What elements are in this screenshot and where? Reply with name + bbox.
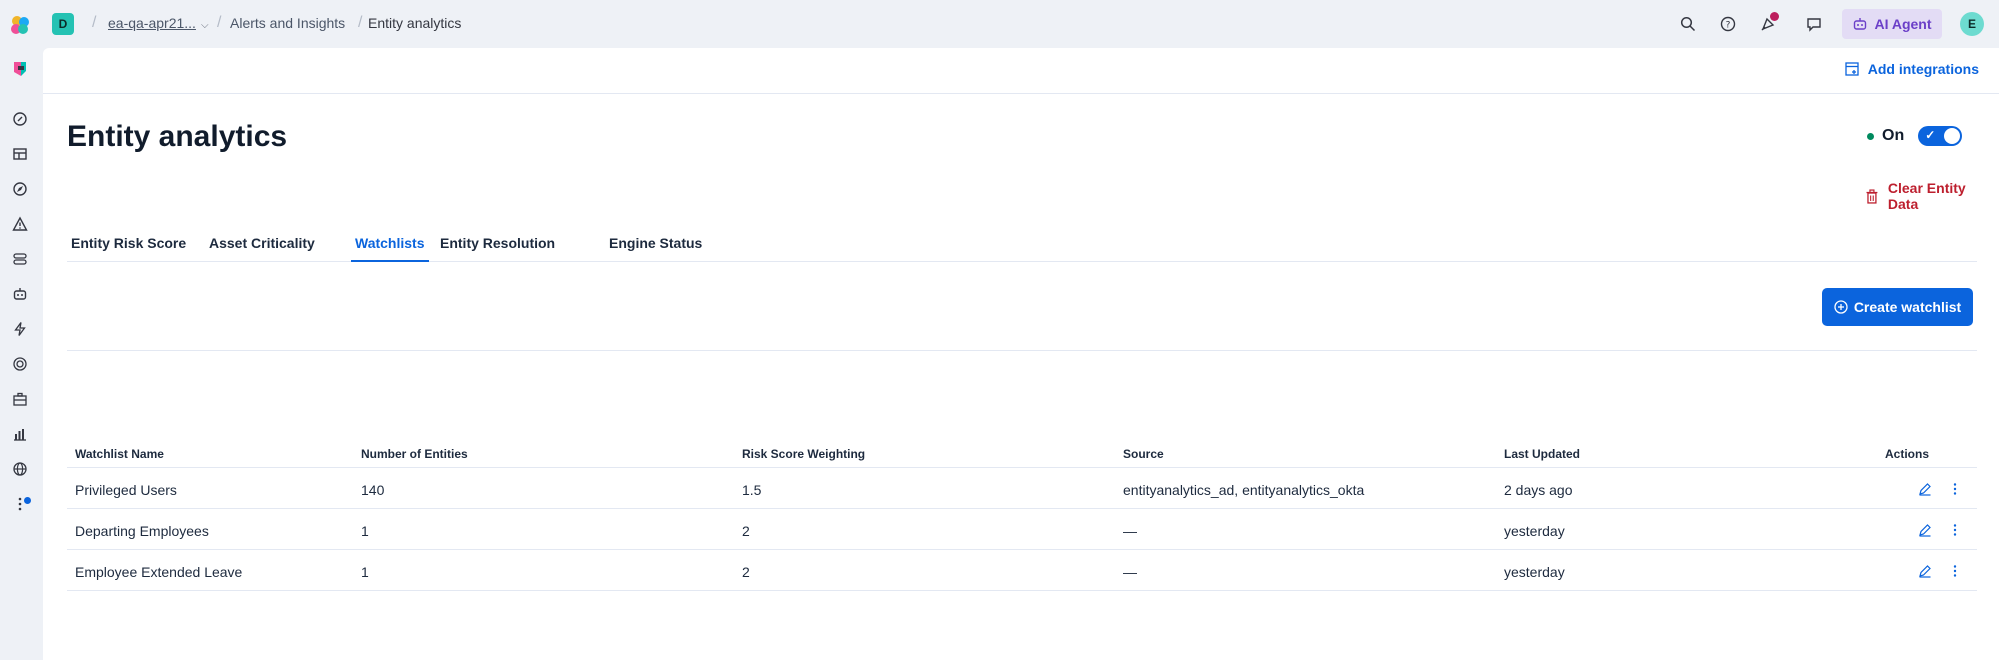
- cell-watchlist-name: Departing Employees: [75, 523, 209, 539]
- breadcrumb-deployment-label: ea-qa-apr21...: [108, 15, 196, 31]
- svg-text:?: ?: [1726, 21, 1731, 31]
- cell-watchlist-name: Employee Extended Leave: [75, 564, 243, 580]
- breadcrumb-separator: /: [358, 14, 363, 31]
- watchlists-table: Watchlist Name Number of Entities Risk S…: [67, 432, 1977, 591]
- briefcase-icon[interactable]: [11, 390, 29, 408]
- chat-icon[interactable]: [1804, 14, 1824, 34]
- security-logo-icon[interactable]: [11, 60, 29, 78]
- cell-last-updated: 2 days ago: [1504, 482, 1573, 498]
- alert-icon[interactable]: [11, 215, 29, 233]
- robot-icon: [1854, 18, 1867, 30]
- edit-icon[interactable]: [1917, 522, 1933, 538]
- tab-watchlists[interactable]: Watchlists: [351, 235, 429, 262]
- add-integrations-button[interactable]: Add integrations: [1844, 61, 1979, 77]
- rocket-icon[interactable]: [11, 110, 29, 128]
- notification-badge: [1770, 12, 1779, 21]
- search-icon[interactable]: [1678, 14, 1698, 34]
- elastic-logo-icon[interactable]: [9, 14, 31, 36]
- clear-entity-data-label: Clear Entity Data: [1887, 180, 1966, 212]
- ai-agent-label: AI Agent: [1874, 16, 1932, 32]
- cell-risk-score-weighting: 2: [742, 523, 750, 539]
- breadcrumb-entity-analytics: Entity analytics: [368, 15, 462, 31]
- more-actions-icon[interactable]: [1947, 522, 1963, 538]
- cell-source: —: [1123, 564, 1137, 580]
- cell-number-of-entities: 140: [361, 482, 385, 498]
- cell-risk-score-weighting: 2: [742, 564, 750, 580]
- plus-circle-icon: [1834, 300, 1848, 314]
- column-header-watchlist-name[interactable]: Watchlist Name: [75, 447, 164, 461]
- section-divider: [67, 350, 1977, 351]
- globe-icon[interactable]: [11, 460, 29, 478]
- target-icon[interactable]: [11, 355, 29, 373]
- page-title: Entity analytics: [67, 120, 288, 153]
- dashboard-icon[interactable]: [11, 145, 29, 163]
- status-dot: [1867, 132, 1874, 140]
- create-watchlist-button[interactable]: Create watchlist: [1822, 288, 1973, 326]
- edit-icon[interactable]: [1917, 563, 1933, 579]
- ai-agent-button[interactable]: AI Agent: [1842, 9, 1942, 39]
- tab-entity-resolution[interactable]: Entity Resolution: [436, 235, 559, 262]
- add-integrations-label: Add integrations: [1867, 61, 1979, 77]
- table-header-row: Watchlist Name Number of Entities Risk S…: [67, 432, 1977, 468]
- clear-entity-data-button[interactable]: Clear Entity Data: [1865, 180, 1999, 212]
- tab-asset-criticality[interactable]: Asset Criticality: [205, 235, 319, 262]
- compass-icon[interactable]: [11, 180, 29, 198]
- status-label: On: [1882, 127, 1905, 144]
- top-bar: D / ea-qa-apr21... ⌵ / Alerts and Insight…: [0, 0, 1999, 48]
- main-panel: Add integrations Entity analytics On ✓ C…: [43, 48, 1999, 660]
- table-row: Privileged Users 140 1.5 entityanalytics…: [67, 468, 1977, 509]
- table-row: Employee Extended Leave 1 2 — yesterday: [67, 550, 1977, 591]
- cell-risk-score-weighting: 1.5: [742, 482, 762, 498]
- nav-notification-dot: [24, 497, 31, 504]
- column-header-last-updated[interactable]: Last Updated: [1504, 447, 1580, 461]
- create-watchlist-label: Create watchlist: [1853, 299, 1962, 315]
- cell-last-updated: yesterday: [1504, 564, 1565, 580]
- breadcrumb-deployment[interactable]: ea-qa-apr21... ⌵: [108, 15, 209, 31]
- more-actions-icon[interactable]: [1947, 563, 1963, 579]
- tabs: Entity Risk Score Asset Criticality Watc…: [67, 222, 1977, 262]
- entity-store-status: On ✓: [1867, 126, 1963, 146]
- side-nav: [0, 48, 42, 660]
- entity-store-toggle[interactable]: ✓: [1918, 126, 1963, 146]
- cell-source: entityanalytics_ad, entityanalytics_okta: [1123, 482, 1365, 498]
- tab-engine-status[interactable]: Engine Status: [605, 235, 706, 262]
- help-icon[interactable]: ?: [1718, 14, 1738, 34]
- cell-last-updated: yesterday: [1504, 523, 1565, 539]
- breadcrumb-separator: /: [92, 14, 97, 31]
- space-badge[interactable]: D: [52, 13, 74, 35]
- column-header-source[interactable]: Source: [1123, 447, 1164, 461]
- cell-number-of-entities: 1: [361, 564, 369, 580]
- integrations-icon: [1845, 62, 1859, 76]
- chart-icon[interactable]: [11, 425, 29, 443]
- toggle-knob: [1944, 128, 1961, 144]
- column-header-actions: Actions: [1885, 447, 1930, 461]
- column-header-number-of-entities[interactable]: Number of Entities: [361, 447, 468, 461]
- trash-icon: [1866, 188, 1878, 204]
- robot-icon[interactable]: [11, 285, 29, 303]
- bolt-icon[interactable]: [11, 320, 29, 338]
- breadcrumb-separator: /: [217, 14, 222, 31]
- cell-watchlist-name: Privileged Users: [75, 482, 177, 498]
- rules-icon[interactable]: [11, 250, 29, 268]
- cell-number-of-entities: 1: [361, 523, 369, 539]
- column-header-risk-score-weighting[interactable]: Risk Score Weighting: [742, 447, 865, 461]
- breadcrumb-alerts-insights[interactable]: Alerts and Insights: [230, 15, 345, 31]
- tab-entity-risk-score[interactable]: Entity Risk Score: [67, 235, 190, 262]
- edit-icon[interactable]: [1917, 481, 1933, 497]
- panel-header: Add integrations: [43, 48, 1999, 94]
- more-actions-icon[interactable]: [1947, 481, 1963, 497]
- cell-source: —: [1123, 523, 1137, 539]
- table-row: Departing Employees 1 2 — yesterday: [67, 509, 1977, 550]
- chevron-down-icon: ⌵: [200, 20, 209, 31]
- user-avatar[interactable]: E: [1960, 12, 1984, 36]
- check-icon: ✓: [1925, 128, 1936, 142]
